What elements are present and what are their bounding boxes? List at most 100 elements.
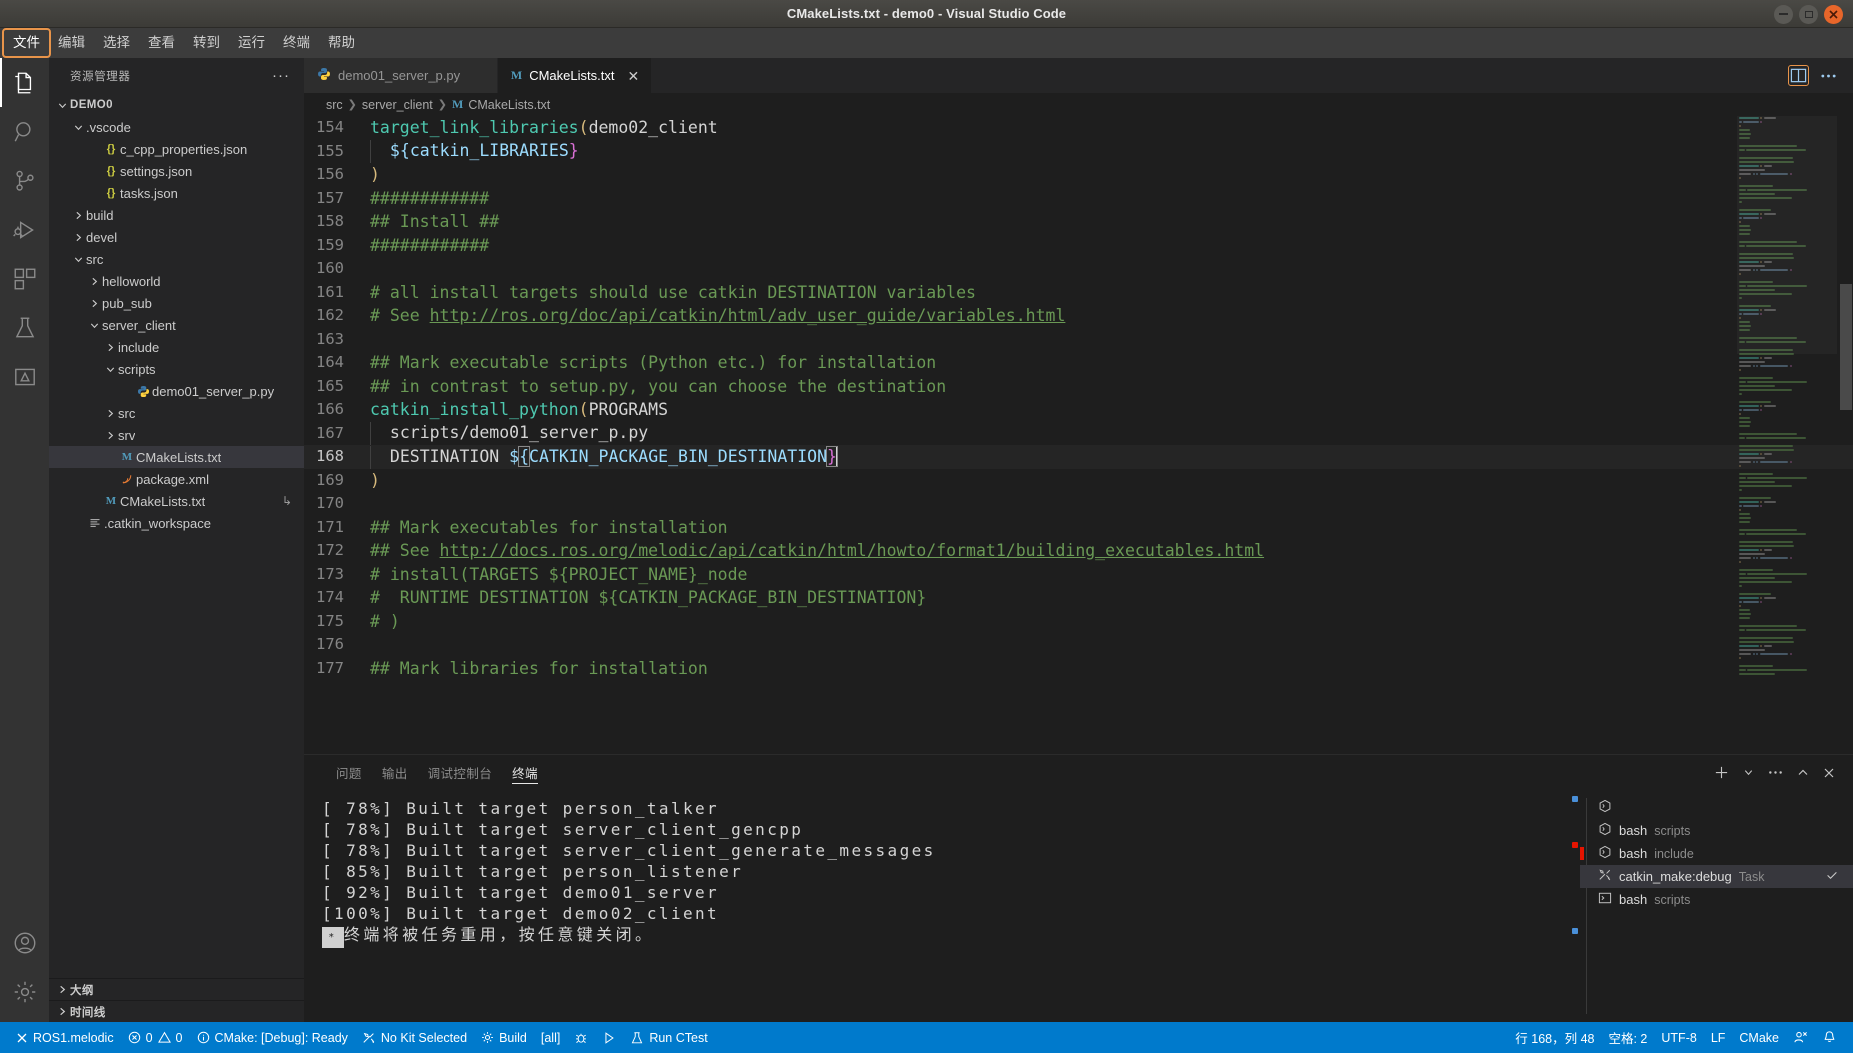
menu-go[interactable]: 转到: [184, 30, 229, 56]
tree-item-helloworld[interactable]: helloworld: [49, 270, 304, 292]
code-line[interactable]: 161 # all install targets should use catk…: [304, 281, 1853, 305]
terminal-output[interactable]: [ 78%] Built target person_talker [ 78%] …: [304, 790, 1580, 1022]
code-line[interactable]: 167 scripts/demo01_server_p.py: [304, 422, 1853, 446]
code-line[interactable]: 168 DESTINATION ${CATKIN_PACKAGE_BIN_DES…: [304, 445, 1853, 469]
tree-item-demo0[interactable]: DEMO0: [49, 94, 304, 116]
tab-close-icon[interactable]: ✕: [627, 69, 639, 83]
tree-item-.catkin_workspace[interactable]: .catkin_workspace: [49, 512, 304, 534]
source-control-icon[interactable]: [0, 156, 49, 205]
tree-item-demo01_server_p.py[interactable]: demo01_server_p.py: [49, 380, 304, 402]
code-line[interactable]: 176: [304, 633, 1853, 657]
code-line[interactable]: 163: [304, 328, 1853, 352]
breadcrumb-item-file[interactable]: CMakeLists.txt: [468, 98, 550, 112]
split-editor-icon[interactable]: [1788, 65, 1809, 86]
terminal-list-item[interactable]: bash scripts: [1580, 888, 1853, 911]
code-line[interactable]: 171 ## Mark executables for installation: [304, 516, 1853, 540]
tree-item-include[interactable]: include: [49, 336, 304, 358]
maximize-panel-icon[interactable]: [1797, 767, 1809, 779]
tab-demo01_server_p.py[interactable]: demo01_server_p.py ✕: [304, 58, 498, 93]
extensions-icon[interactable]: [0, 254, 49, 303]
editor-vertical-scrollbar[interactable]: [1837, 116, 1853, 754]
menu-view[interactable]: 查看: [139, 30, 184, 56]
code-line[interactable]: 162 # See http://ros.org/doc/api/catkin/h…: [304, 304, 1853, 328]
tree-item-pub_sub[interactable]: pub_sub: [49, 292, 304, 314]
status-cmake[interactable]: CMake: [Debug]: Ready: [190, 1022, 355, 1053]
status-notifications[interactable]: [1815, 1022, 1844, 1053]
terminal-list-item[interactable]: [1580, 796, 1853, 819]
tree-item-devel[interactable]: devel: [49, 226, 304, 248]
more-actions-icon[interactable]: [1768, 770, 1783, 775]
accounts-icon[interactable]: [0, 918, 49, 967]
terminal-list-item[interactable]: bash include: [1580, 842, 1853, 865]
code-line[interactable]: 156): [304, 163, 1853, 187]
tab-CMakeLists.txt[interactable]: M CMakeLists.txt ✕: [497, 58, 653, 93]
tree-item-cmakelists.txt[interactable]: M CMakeLists.txt ↳: [49, 490, 304, 512]
status-debug[interactable]: [567, 1022, 595, 1053]
status-indentation[interactable]: 空格: 2: [1601, 1022, 1654, 1053]
tree-item-src[interactable]: src: [49, 402, 304, 424]
code-editor[interactable]: 154 target_link_libraries(demo02_client 15…: [304, 116, 1853, 754]
menu-file[interactable]: 文件: [2, 28, 51, 58]
sidebar-section-timeline[interactable]: 时间线: [49, 1000, 304, 1022]
code-line[interactable]: 159 ############: [304, 234, 1853, 258]
status-launch[interactable]: [595, 1022, 623, 1053]
manage-gear-icon[interactable]: [0, 967, 49, 1016]
maximize-button[interactable]: [1799, 4, 1818, 24]
menu-terminal[interactable]: 终端: [274, 30, 319, 56]
menu-edit[interactable]: 编辑: [49, 30, 94, 56]
status-target[interactable]: [all]: [534, 1022, 567, 1053]
search-icon[interactable]: [0, 107, 49, 156]
status-feedback[interactable]: [1786, 1022, 1815, 1053]
menu-run[interactable]: 运行: [229, 30, 274, 56]
code-line[interactable]: 170: [304, 492, 1853, 516]
panel-tab-problems[interactable]: 问题: [326, 755, 372, 790]
tree-item-build[interactable]: build: [49, 204, 304, 226]
tree-item-src[interactable]: src: [49, 248, 304, 270]
more-actions-icon[interactable]: [1820, 73, 1837, 79]
code-lines[interactable]: 154 target_link_libraries(demo02_client 15…: [304, 116, 1853, 754]
code-line[interactable]: 175 # ): [304, 610, 1853, 634]
code-line[interactable]: 155 ${catkin_LIBRARIES}: [304, 140, 1853, 164]
breadcrumb-item-server_client[interactable]: server_client: [362, 98, 433, 112]
minimize-button[interactable]: [1774, 4, 1793, 24]
chevron-down-icon[interactable]: [1743, 767, 1754, 778]
panel-tab-debug-console[interactable]: 调试控制台: [418, 755, 503, 790]
code-line[interactable]: 172 ## See http://docs.ros.org/melodic/ap…: [304, 539, 1853, 563]
tree-item-scripts[interactable]: scripts: [49, 358, 304, 380]
tree-item-cmakelists.txt[interactable]: M CMakeLists.txt: [49, 446, 304, 468]
cmake-icon[interactable]: [0, 352, 49, 401]
code-line[interactable]: 169): [304, 469, 1853, 493]
code-line[interactable]: 158 ## Install ##: [304, 210, 1853, 234]
testing-icon[interactable]: [0, 303, 49, 352]
code-line[interactable]: 164 ## Mark executable scripts (Python et…: [304, 351, 1853, 375]
code-line[interactable]: 160: [304, 257, 1853, 281]
explorer-icon[interactable]: [0, 58, 49, 107]
status-kit[interactable]: No Kit Selected: [355, 1022, 474, 1053]
code-line[interactable]: 154 target_link_libraries(demo02_client: [304, 116, 1853, 140]
new-terminal-plus-icon[interactable]: [1714, 765, 1729, 780]
panel-tab-output[interactable]: 输出: [372, 755, 418, 790]
status-build[interactable]: Build: [474, 1022, 534, 1053]
tree-item-server_client[interactable]: server_client: [49, 314, 304, 336]
panel-tab-terminal[interactable]: 终端: [502, 755, 548, 790]
run-and-debug-icon[interactable]: [0, 205, 49, 254]
code-line[interactable]: 157 ############: [304, 187, 1853, 211]
status-encoding[interactable]: UTF-8: [1654, 1022, 1703, 1053]
code-line[interactable]: 165 ## in contrast to setup.py, you can c…: [304, 375, 1853, 399]
minimap-slider[interactable]: [1737, 116, 1837, 354]
tree-item-package.xml[interactable]: package.xml: [49, 468, 304, 490]
tree-item-.vscode[interactable]: .vscode: [49, 116, 304, 138]
status-ros[interactable]: ROS1.melodic: [9, 1022, 121, 1053]
status-ctest[interactable]: Run CTest: [623, 1022, 714, 1053]
sidebar-section-outline[interactable]: 大纲: [49, 978, 304, 1000]
menu-select[interactable]: 选择: [94, 30, 139, 56]
status-problems[interactable]: 0 0: [121, 1022, 190, 1053]
tree-item-tasks.json[interactable]: {} tasks.json: [49, 182, 304, 204]
breadcrumb-item-src[interactable]: src: [326, 98, 343, 112]
tree-item-srv[interactable]: srv: [49, 424, 304, 446]
terminal-list-item[interactable]: bash scripts: [1580, 819, 1853, 842]
terminal-list-item[interactable]: catkin_make:debug Task: [1580, 865, 1853, 888]
sidebar-more-icon[interactable]: ···: [272, 68, 290, 83]
status-cursor-position[interactable]: 行 168，列 48: [1508, 1022, 1601, 1053]
tree-item-c_cpp_properties.json[interactable]: {} c_cpp_properties.json: [49, 138, 304, 160]
